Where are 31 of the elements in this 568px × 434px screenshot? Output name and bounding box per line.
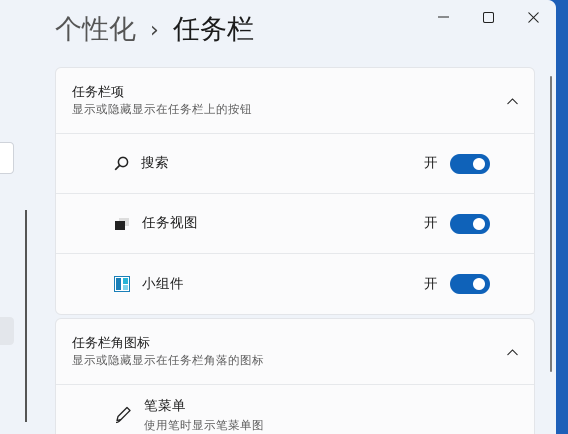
close-icon [528, 12, 539, 22]
setting-label: 任务视图 [142, 214, 198, 234]
toggle-state-label: 开 [424, 274, 438, 294]
nav-scrollbar[interactable] [25, 210, 27, 422]
setting-label: 搜索 [141, 154, 169, 174]
breadcrumb-link[interactable]: 个性化 [55, 10, 136, 51]
chevron-up-icon[interactable] [507, 348, 518, 356]
section-subtitle: 显示或隐藏显示在任务栏上的按钮 [72, 102, 252, 118]
minimize-icon [438, 16, 449, 18]
maximize-icon [483, 12, 494, 22]
section-subtitle: 显示或隐藏显示在任务栏角落的图标 [72, 353, 264, 368]
toggle-state-label: 开 [424, 214, 438, 234]
windows-stack-icon [114, 216, 130, 230]
search-icon [114, 156, 129, 171]
widgets-icon [114, 276, 130, 292]
pen-icon [114, 406, 132, 424]
chevron-up-icon[interactable] [507, 98, 518, 105]
setting-description: 使用笔时显示笔菜单图 [144, 416, 264, 434]
section-title: 任务栏项 [72, 84, 125, 102]
toggle-switch[interactable] [450, 214, 490, 234]
section-header[interactable]: 任务栏角图标 显示或隐藏显示在任务栏角落的图标 [56, 319, 534, 385]
section-title: 任务栏角图标 [72, 334, 151, 353]
page-title: 任务栏 [172, 13, 254, 48]
toggle-state-label: 开 [424, 154, 438, 174]
breadcrumb-separator: › [150, 17, 159, 45]
setting-label: 笔菜单 [144, 397, 187, 416]
scrollbar-thumb[interactable] [550, 76, 552, 372]
setting-label: 小组件 [142, 274, 184, 294]
toggle-switch[interactable] [450, 274, 490, 294]
toggle-switch[interactable] [450, 154, 490, 174]
section-header[interactable]: 任务栏项 显示或隐藏显示在任务栏上的按钮 [56, 68, 534, 134]
